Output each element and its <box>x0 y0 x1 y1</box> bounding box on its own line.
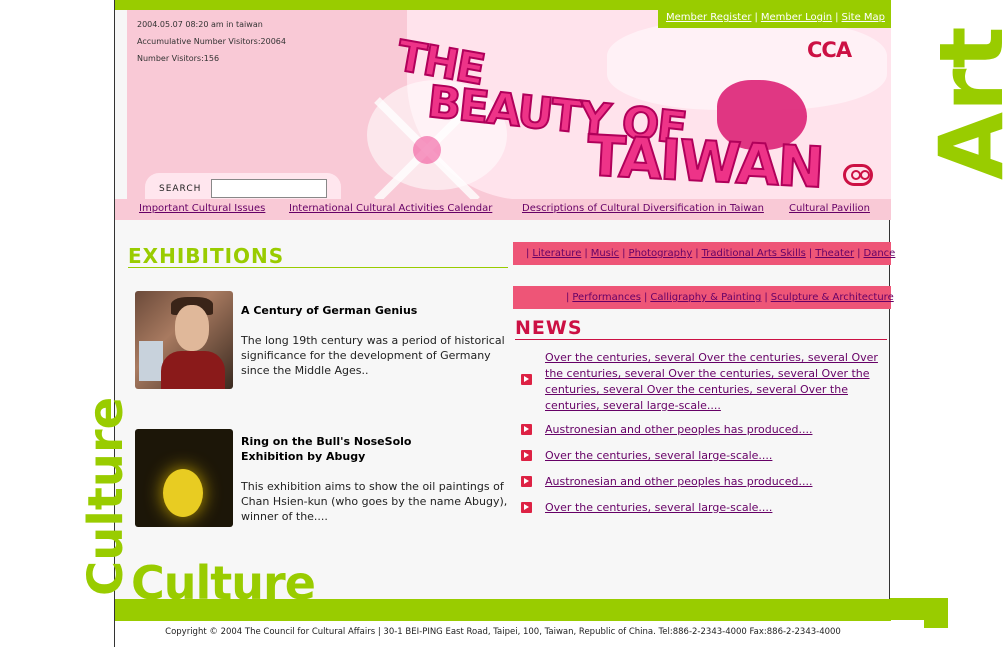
news-divider <box>515 339 887 340</box>
painting-detail <box>175 305 209 351</box>
separator: | <box>526 248 530 259</box>
separator: | <box>857 248 861 259</box>
news-item: Over the centuries, several large-scale.… <box>521 448 887 464</box>
category-link[interactable]: Photography <box>629 248 693 259</box>
banner-title: THE BEAUTY OF TAIWAN <box>387 30 867 202</box>
news-item: Over the centuries, several Over the cen… <box>521 350 887 414</box>
frame-top-bar <box>115 0 891 10</box>
painting-detail <box>139 341 163 381</box>
category-link[interactable]: Performances <box>572 292 641 303</box>
category-link[interactable]: Dance <box>864 248 896 259</box>
category-link[interactable]: Theater <box>815 248 854 259</box>
news-link[interactable]: Over the centuries, several Over the cen… <box>545 350 890 414</box>
banner-title-line: TAIWAN <box>584 123 825 202</box>
category-bar-2: | Performances | Calligraphy & Painting | Scu… <box>513 286 894 309</box>
exhibition-description: The long 19th century was a period of hi… <box>241 334 505 377</box>
member-login-link[interactable]: Member Login <box>761 12 832 23</box>
painting-detail <box>161 351 225 389</box>
page: Art 2004.05.07 08:20 am in taiwan Accumu… <box>0 0 1005 647</box>
category-link[interactable]: Music <box>591 248 619 259</box>
separator: | <box>754 12 758 23</box>
culture-vertical-word: Culture <box>78 396 134 596</box>
category-link[interactable]: Traditional Arts Skills <box>702 248 806 259</box>
exhibition-item: Ring on the Bull's NoseSolo Exhibition b… <box>135 429 510 529</box>
painting-detail <box>163 469 203 517</box>
exhibition-thumbnail[interactable] <box>135 429 233 527</box>
category-bar-1: | Literature | Music | Photography | Traditiona… <box>513 242 895 265</box>
news-link[interactable]: Austronesian and other peoples has produ… <box>545 422 890 438</box>
exhibitions-heading: EXHIBITIONS <box>128 244 285 268</box>
search-label: SEARCH <box>159 184 202 194</box>
accumulative-visitors-text: Accumulative Number Visitors:20064 <box>137 37 286 46</box>
header-banner: 2004.05.07 08:20 am in taiwan Accumulati… <box>127 10 891 220</box>
cca-emblem-icon <box>843 164 873 186</box>
footer-copyright: Copyright © 2004 The Council for Cultura… <box>115 621 891 647</box>
separator: | <box>695 248 699 259</box>
category-link[interactable]: Sculpture & Architecture <box>771 292 894 303</box>
exhibition-description: This exhibition aims to show the oil pai… <box>241 480 508 523</box>
news-item: Austronesian and other peoples has produ… <box>521 422 887 438</box>
top-nav: Member Register | Member Login | Site Map <box>657 10 891 28</box>
arrow-right-icon <box>521 502 532 513</box>
separator: | <box>622 248 626 259</box>
side-decoration: Art <box>890 0 1005 647</box>
exhibition-title[interactable]: A Century of German Genius <box>241 303 417 318</box>
separator: | <box>808 248 813 259</box>
separator: | <box>764 292 768 303</box>
datetime-text: 2004.05.07 08:20 am in taiwan <box>137 20 263 29</box>
main-frame: 2004.05.07 08:20 am in taiwan Accumulati… <box>114 0 895 647</box>
news-link[interactable]: Over the centuries, several large-scale.… <box>545 500 890 516</box>
arrow-right-icon <box>521 450 532 461</box>
member-register-link[interactable]: Member Register <box>666 12 751 23</box>
category-link[interactable]: Calligraphy & Painting <box>650 292 761 303</box>
separator: | <box>835 12 839 23</box>
menu-item-cultural-pavilion[interactable]: Cultural Pavilion <box>789 203 870 214</box>
exhibitions-divider <box>128 267 508 268</box>
main-menu: Important Cultural Issues International … <box>115 199 891 220</box>
separator: | <box>566 292 570 303</box>
menu-item-important-cultural-issues[interactable]: Important Cultural Issues <box>139 203 265 214</box>
separator: | <box>643 292 648 303</box>
side-green-stub-2 <box>924 598 948 628</box>
category-link[interactable]: Literature <box>532 248 581 259</box>
exhibition-title[interactable]: Ring on the Bull's NoseSolo Exhibition b… <box>241 434 471 464</box>
news-link[interactable]: Over the centuries, several large-scale.… <box>545 448 890 464</box>
news-link[interactable]: Austronesian and other peoples has produ… <box>545 474 890 490</box>
menu-item-cultural-diversification[interactable]: Descriptions of Cultural Diversification… <box>522 203 764 214</box>
separator: | <box>584 248 588 259</box>
news-item: Austronesian and other peoples has produ… <box>521 474 887 490</box>
news-item: Over the centuries, several large-scale.… <box>521 500 887 516</box>
news-heading: NEWS <box>515 317 583 339</box>
side-art-word: Art <box>920 26 1005 180</box>
search-input[interactable] <box>211 179 327 198</box>
menu-item-cultural-activities-calendar[interactable]: International Cultural Activities Calend… <box>289 203 492 214</box>
arrow-right-icon <box>521 476 532 487</box>
exhibition-item: A Century of German Genius The long 19th… <box>135 291 510 391</box>
footer-green-bar <box>115 599 891 621</box>
site-stats: 2004.05.07 08:20 am in taiwan Accumulati… <box>137 16 286 67</box>
visitors-text: Number Visitors:156 <box>137 54 220 63</box>
site-map-link[interactable]: Site Map <box>842 12 885 23</box>
arrow-right-icon <box>521 374 532 385</box>
exhibition-thumbnail[interactable] <box>135 291 233 389</box>
arrow-right-icon <box>521 424 532 435</box>
